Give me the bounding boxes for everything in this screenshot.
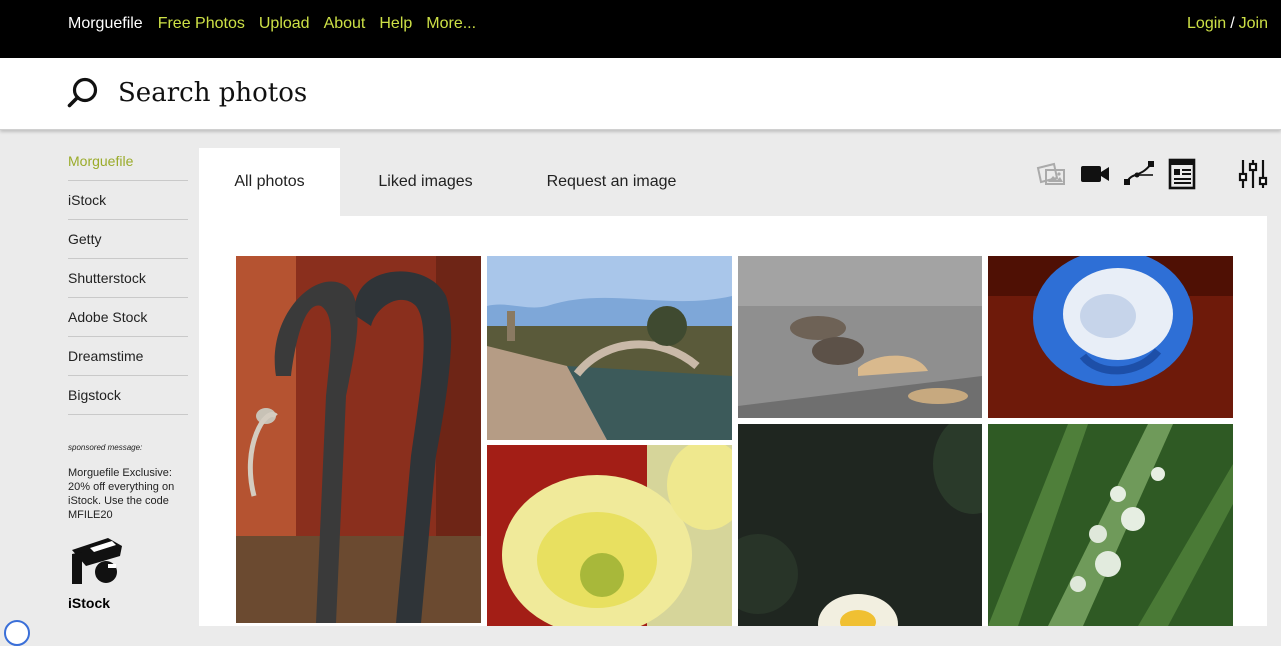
sponsor-label: sponsored message: (68, 443, 143, 452)
help-badge-icon[interactable] (4, 620, 30, 646)
nav-link-about[interactable]: About (324, 14, 366, 34)
sponsor-message[interactable]: Morguefile Exclusive: 20% off everything… (68, 466, 178, 522)
main-panel: All photos Liked images Request an image (199, 148, 1270, 626)
filter-sliders-icon[interactable] (1236, 158, 1270, 190)
nav-link-free-photos[interactable]: Free Photos (158, 14, 245, 34)
main-nav: Morguefile Free Photos Upload About Help… (68, 14, 490, 34)
photo-stone-bridge-canal[interactable] (487, 256, 732, 440)
auth-separator: / (1230, 15, 1235, 32)
search-input[interactable] (118, 74, 718, 112)
nav-link-more[interactable]: More... (426, 14, 476, 34)
sidebar-item-morguefile[interactable]: Morguefile (68, 142, 188, 181)
istock-logo-icon[interactable] (68, 536, 124, 588)
photo-blue-white-rose[interactable] (988, 256, 1233, 418)
photo-image (487, 445, 732, 626)
sidebar-item-shutterstock[interactable]: Shutterstock (68, 259, 188, 298)
photo-image (487, 256, 732, 440)
auth-links: Login / Join (1187, 14, 1268, 34)
nav-link-help[interactable]: Help (379, 14, 412, 34)
video-icon[interactable] (1078, 158, 1112, 190)
tab-liked-images[interactable]: Liked images (359, 148, 492, 216)
photo-water-lily[interactable] (738, 424, 982, 626)
sidebar: Morguefile iStock Getty Shutterstock Ado… (68, 142, 188, 611)
top-navigation-bar: Morguefile Free Photos Upload About Help… (0, 0, 1281, 58)
join-link[interactable]: Join (1239, 15, 1268, 32)
search-bar (0, 58, 1281, 130)
layout-icon[interactable] (1165, 158, 1199, 190)
photos-icon[interactable] (1034, 158, 1068, 190)
photo-sparrows-bread[interactable] (738, 256, 982, 418)
sidebar-item-adobe-stock[interactable]: Adobe Stock (68, 298, 188, 337)
photo-image (988, 256, 1233, 418)
sidebar-item-getty[interactable]: Getty (68, 220, 188, 259)
nav-link-upload[interactable]: Upload (259, 14, 310, 34)
sidebar-item-dreamstime[interactable]: Dreamstime (68, 337, 188, 376)
photo-image (236, 256, 481, 623)
photo-image (738, 424, 982, 626)
photo-yellow-chrysanthemum[interactable] (487, 445, 732, 626)
istock-brand-name: iStock (68, 595, 111, 611)
tab-request-image[interactable]: Request an image (529, 148, 694, 216)
photo-dew-on-grass[interactable] (988, 424, 1233, 626)
photo-image (988, 424, 1233, 626)
sidebar-item-bigstock[interactable]: Bigstock (68, 376, 188, 415)
tab-all-photos[interactable]: All photos (199, 148, 340, 216)
login-link[interactable]: Login (1187, 15, 1226, 32)
photo-snake-sculptures[interactable] (236, 256, 481, 623)
tabs-row: All photos Liked images Request an image (199, 148, 1270, 216)
sidebar-item-istock[interactable]: iStock (68, 181, 188, 220)
brand-link[interactable]: Morguefile (68, 14, 143, 34)
vector-icon[interactable] (1122, 158, 1156, 190)
photo-image (738, 256, 982, 418)
search-icon[interactable] (67, 77, 101, 109)
